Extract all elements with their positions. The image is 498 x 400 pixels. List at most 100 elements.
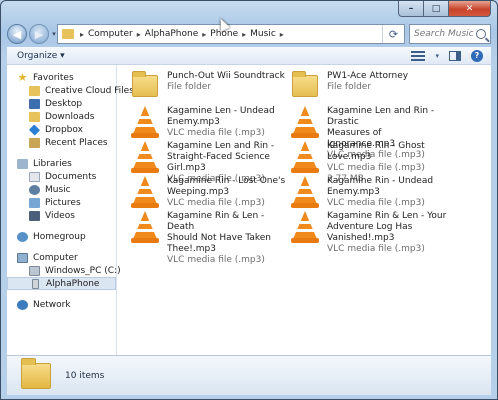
nav-label: Music [45, 184, 71, 195]
folder-icon [21, 357, 51, 389]
file-name: Kagamine Rin - Lost One's [167, 176, 286, 186]
file-item[interactable]: Kagamine Len and Rin - Straight-Faced Sc… [131, 141, 291, 184]
star-icon: ★ [17, 70, 28, 84]
file-name: Kagamine Rin - Undead [327, 176, 434, 186]
file-item[interactable]: Kagamine Rin & Len - Death Should Not Ha… [131, 211, 291, 265]
nav-documents[interactable]: Documents [7, 170, 116, 183]
nav-pictures[interactable]: Pictures [7, 196, 116, 209]
navigation-row: ◀ ▶ ▾ ▸ Computer ▸ AlphaPhone ▸ Phone ▸ … [7, 23, 491, 45]
search-box[interactable] [409, 24, 491, 44]
file-type: VLC media file (.mp3) [327, 244, 425, 254]
breadcrumb-computer[interactable]: Computer [85, 29, 136, 39]
network-icon [17, 299, 28, 310]
homegroup-group: Homegroup [7, 230, 116, 243]
nav-label: Homegroup [33, 231, 86, 242]
address-bar[interactable]: ▸ Computer ▸ AlphaPhone ▸ Phone ▸ Music … [57, 24, 405, 44]
nav-computer[interactable]: Computer [7, 251, 116, 264]
libraries-icon [17, 158, 28, 169]
file-name: Kagamine Len and Rin - [167, 141, 275, 151]
search-input[interactable] [414, 29, 474, 39]
file-type: VLC media file (.mp3) [167, 128, 265, 138]
chevron-right-icon[interactable]: ▸ [279, 30, 285, 39]
nav-dropbox[interactable]: Dropbox [7, 123, 116, 136]
nav-label: Recent Places [45, 137, 108, 148]
drive-icon [29, 265, 40, 276]
file-type: VLC media file (.mp3) [167, 198, 265, 208]
search-icon[interactable] [476, 29, 486, 39]
nav-homegroup[interactable]: Homegroup [7, 230, 116, 243]
nav-label: Libraries [33, 158, 72, 169]
nav-windows-pc[interactable]: Windows_PC (C:) [7, 264, 121, 277]
nav-favorites[interactable]: ★ Favorites [7, 71, 116, 84]
organize-button[interactable]: Organize ▾ [17, 51, 65, 61]
file-item[interactable]: Kagamine Rin - Undead Enemy.mp3 VLC medi… [291, 176, 451, 212]
file-name-line2: Enemy.mp3 [327, 187, 380, 197]
nav-network[interactable]: Network [7, 298, 116, 311]
back-button[interactable]: ◀ [7, 24, 27, 44]
file-name-line2: Enemy.mp3 [167, 117, 220, 127]
vlc-cone-icon [131, 141, 161, 175]
favorites-group: ★ Favorites Creative Cloud Files Desktop… [7, 71, 134, 149]
breadcrumb-alphaphone[interactable]: AlphaPhone [142, 29, 201, 39]
explorer-window: – □ ✕ ◀ ▶ ▾ ▸ Computer ▸ AlphaPhone ▸ Ph… [0, 0, 498, 400]
vlc-cone-icon [131, 106, 161, 140]
nav-music[interactable]: Music [7, 183, 116, 196]
file-name: Kagamine Rin & Len - Death [167, 211, 265, 232]
minimize-button[interactable]: – [398, 1, 424, 17]
nav-desktop[interactable]: Desktop [7, 97, 116, 110]
vlc-cone-icon [291, 141, 321, 175]
videos-icon [29, 210, 40, 221]
folder-icon [131, 71, 161, 105]
vlc-cone-icon [131, 211, 161, 245]
refresh-icon[interactable]: ⟳ [382, 25, 404, 43]
breadcrumb-phone[interactable]: Phone [207, 29, 241, 39]
file-name-line2: Adventure Log Has Vanished!.mp3 [327, 222, 413, 243]
nav-alphaphone[interactable]: AlphaPhone [7, 277, 116, 290]
folder-icon [62, 29, 74, 39]
preview-pane-icon[interactable] [449, 50, 461, 61]
nav-libraries[interactable]: Libraries [7, 157, 116, 170]
maximize-button[interactable]: □ [424, 1, 449, 17]
file-type: VLC media file (.mp3) [327, 163, 425, 173]
file-item[interactable]: Kagamine Rin & Len - Your Adventure Log … [291, 211, 451, 254]
nav-recent-places[interactable]: Recent Places [7, 136, 116, 149]
network-group: Network [7, 298, 116, 311]
nav-videos[interactable]: Videos [7, 209, 116, 222]
nav-downloads[interactable]: Downloads [7, 110, 116, 123]
dropbox-icon [28, 123, 41, 136]
caption-buttons: – □ ✕ [398, 1, 491, 17]
file-name: PW1-Ace Attorney [327, 71, 409, 81]
nav-label: AlphaPhone [46, 278, 100, 289]
desktop-icon [29, 98, 40, 109]
change-view-icon[interactable] [411, 50, 426, 61]
file-item[interactable]: Kagamine Rin - Lost One's Weeping.mp3 VL… [131, 176, 291, 212]
file-item[interactable]: PW1-Ace Attorney File folder [291, 71, 451, 107]
homegroup-icon [17, 231, 28, 242]
documents-icon [29, 171, 40, 182]
file-item[interactable]: Kagamine Len and Rin - Drastic Measures … [291, 106, 451, 160]
libraries-group: Libraries Documents Music Pictures Video… [7, 157, 116, 222]
computer-group: Computer Windows_PC (C:) AlphaPhone [7, 251, 121, 290]
view-options-dropdown[interactable]: ▾ [435, 52, 439, 60]
file-type: File folder [327, 82, 372, 92]
forward-button[interactable]: ▶ [29, 24, 49, 44]
help-icon[interactable]: ? [471, 49, 483, 62]
vlc-cone-icon [131, 176, 161, 210]
navigation-pane: ★ Favorites Creative Cloud Files Desktop… [7, 65, 134, 355]
file-name-line2: Weeping.mp3 [167, 187, 230, 197]
close-button[interactable]: ✕ [449, 1, 491, 17]
file-name: Kagamine Rin & Len - Your [327, 211, 447, 221]
nav-creative-cloud-files[interactable]: Creative Cloud Files [7, 84, 134, 97]
details-pane: 10 items [7, 355, 491, 395]
file-name-line2: Straight-Faced Science Girl.mp3 [167, 152, 270, 173]
breadcrumb-music[interactable]: Music [247, 29, 279, 39]
file-item[interactable]: Kagamine Rin - Ghost Love.mp3 VLC media … [291, 141, 451, 184]
file-item[interactable]: Kagamine Len - Undead Enemy.mp3 VLC medi… [131, 106, 291, 142]
file-name-line2: Should Not Have Taken Thee!.mp3 [167, 233, 271, 254]
file-item[interactable]: Punch-Out Wii Soundtrack File folder [131, 71, 291, 107]
file-type: File folder [167, 82, 212, 92]
downloads-icon [29, 111, 40, 122]
nav-label: Windows_PC (C:) [45, 265, 121, 276]
main-panes: ★ Favorites Creative Cloud Files Desktop… [7, 65, 491, 355]
file-name: Kagamine Len - Undead [167, 106, 275, 116]
